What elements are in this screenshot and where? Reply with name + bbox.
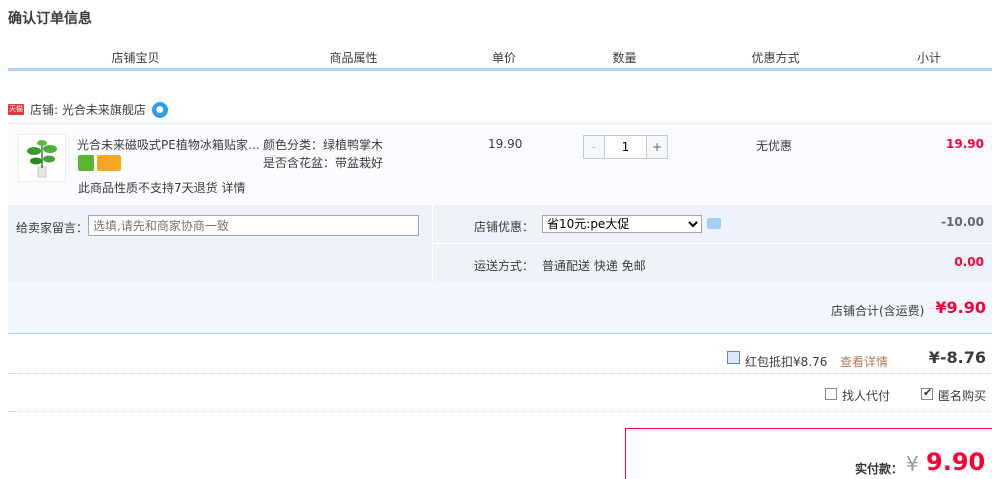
service-badge-icon[interactable] <box>78 155 94 171</box>
red-packet-detail-link[interactable]: 查看详情 <box>840 353 888 370</box>
payment-label: 实付款： <box>855 462 904 476</box>
red-packet-value: ¥-8.76 <box>928 348 986 367</box>
credit-card-icon[interactable] <box>97 155 121 171</box>
divider <box>8 411 992 412</box>
col-header-subtotal: 小计 <box>916 51 941 65</box>
product-title-link[interactable]: 光合未来磁吸式PE植物冰箱贴家居装饰 <box>77 136 260 153</box>
seller-note-input[interactable] <box>88 215 419 236</box>
qty-input[interactable] <box>604 136 647 158</box>
red-packet-label: 红包抵扣¥8.76 <box>745 355 828 369</box>
shop-name-link[interactable]: 店铺: 光合未来旗舰店 <box>30 101 146 118</box>
proxy-pay-label: 找人代付 <box>842 389 891 403</box>
shipping-method: 普通配送 快递 免邮 <box>542 259 646 273</box>
col-header-price: 单价 <box>491 51 516 65</box>
product-thumbnail[interactable] <box>18 134 66 182</box>
seller-note-label: 给卖家留言： <box>16 221 89 235</box>
page-title: 确认订单信息 <box>8 11 92 27</box>
shop-discount-value: -10.00 <box>941 215 984 229</box>
shop-discount-label: 店铺优惠： <box>474 220 535 234</box>
item-subtotal: 19.90 <box>946 137 984 151</box>
qty-plus-button[interactable]: + <box>647 136 667 158</box>
attr-pot: 是否含花盆：带盆栽好 <box>263 156 384 170</box>
attr-color: 颜色分类：绿植鸭掌木 <box>263 138 384 152</box>
currency-symbol: ¥ <box>906 452 919 476</box>
qty-minus-button[interactable]: - <box>584 136 604 158</box>
quantity-stepper: - + <box>583 135 668 159</box>
shop-total-value: ¥9.90 <box>935 298 986 317</box>
wangwang-chat-icon[interactable]: ● <box>151 101 168 118</box>
shipping-fee: 0.00 <box>954 255 984 269</box>
unit-price: 19.90 <box>488 137 523 151</box>
shipping-label: 运送方式： <box>474 259 535 273</box>
header-divider <box>8 68 992 71</box>
col-header-attr: 商品属性 <box>329 51 378 65</box>
tmall-badge-icon: 天猫 <box>8 104 24 115</box>
divider <box>8 373 992 374</box>
red-packet-checkbox[interactable] <box>727 351 740 364</box>
shop-line: 天猫 店铺: 光合未来旗舰店 ● <box>8 101 168 118</box>
shop-discount-select[interactable]: 省10元:pe大促 <box>542 215 702 233</box>
payment-amount: 9.90 <box>926 448 986 476</box>
anonymous-buy-label: 匿名购买 <box>938 389 987 403</box>
anonymous-buy-checkbox[interactable] <box>921 386 933 400</box>
col-header-item: 店铺宝贝 <box>111 51 160 65</box>
no-return-notice[interactable]: 此商品性质不支持7天退货 详情 <box>78 179 245 196</box>
proxy-pay-checkbox[interactable] <box>825 388 837 400</box>
discount-method: 无优惠 <box>756 139 793 153</box>
col-header-qty: 数量 <box>612 51 637 65</box>
col-header-discount: 优惠方式 <box>751 51 800 65</box>
shop-total-label: 店铺合计(含运费) <box>831 304 925 318</box>
row-divider <box>432 243 992 244</box>
comment-icon[interactable] <box>707 218 721 229</box>
